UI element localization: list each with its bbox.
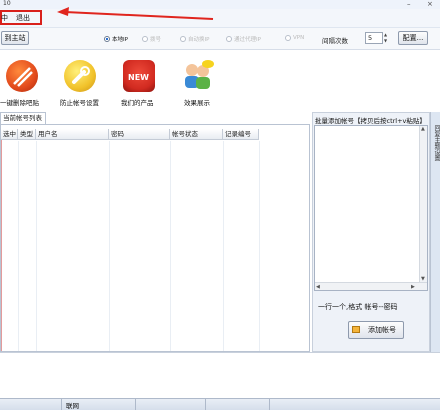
status-segment: [136, 398, 206, 410]
grid-vline: [18, 141, 19, 351]
minimize-button[interactable]: –: [407, 0, 411, 8]
grid-vline: [259, 141, 260, 351]
grid-vline: [223, 141, 224, 351]
radio-proxy-ip[interactable]: 通过代理IP: [226, 35, 261, 43]
scroll-up-icon[interactable]: ▲: [421, 126, 425, 132]
menu-item-exit[interactable]: 退出: [16, 13, 30, 23]
retry-label: 间隔次数: [322, 37, 348, 45]
menu-item-1[interactable]: 中: [1, 13, 8, 23]
batch-add-title: 批量添加帐号【拷贝后按ctrl+v粘贴】: [315, 117, 426, 125]
scroll-right-icon[interactable]: ▶: [411, 284, 415, 290]
col-select[interactable]: 选中: [1, 129, 18, 140]
list-header: 选中 类型 用户名 密码 帐号状态 记录编号: [1, 129, 259, 140]
col-status[interactable]: 帐号状态: [170, 129, 223, 140]
grid-vline: [109, 141, 110, 351]
radio-vpn[interactable]: VPN: [285, 35, 304, 41]
grid-vline: [170, 141, 171, 351]
batch-accounts-textarea[interactable]: ▲ ▼ ◀ ▶: [314, 125, 428, 291]
status-segment: [206, 398, 270, 410]
account-list-panel: 选中 类型 用户名 密码 帐号状态 记录编号: [0, 124, 310, 352]
people-icon[interactable]: [182, 58, 214, 90]
col-type[interactable]: 类型: [18, 129, 36, 140]
log-area: [0, 352, 440, 398]
svg-text:NEW: NEW: [128, 73, 149, 82]
col-username[interactable]: 用户名: [36, 129, 109, 140]
grid-border-left: [1, 129, 2, 351]
icon-label-products[interactable]: 我们的产品: [121, 97, 154, 107]
new-badge-icon[interactable]: NEW: [123, 60, 155, 92]
back-to-main-button[interactable]: 到主站: [1, 31, 29, 45]
red-arrow-icon: [57, 7, 214, 20]
close-button[interactable]: ×: [427, 0, 433, 8]
config-button[interactable]: 配置...: [398, 31, 428, 45]
col-password[interactable]: 密码: [109, 129, 170, 140]
horizontal-scrollbar[interactable]: ◀ ▶: [315, 282, 427, 290]
radio-auto-ip[interactable]: 自动换IP: [180, 35, 209, 43]
icon-label-account-settings[interactable]: 防止帐号设置: [60, 97, 99, 107]
tab-account-list[interactable]: 当前帐号列表: [0, 112, 46, 124]
spin-arrows-icon[interactable]: ▲ ▼: [384, 32, 390, 44]
grid-vline: [36, 141, 37, 351]
sword-icon[interactable]: [6, 60, 38, 92]
wrench-icon[interactable]: [64, 60, 96, 92]
radio-dialup[interactable]: 拨号: [142, 35, 161, 43]
window-title: 10: [3, 0, 11, 7]
tab-reply-settings[interactable]: 回复主题设置: [431, 125, 440, 161]
network-status: 联网: [66, 402, 79, 410]
vertical-scrollbar[interactable]: ▲ ▼: [419, 126, 427, 282]
col-record-id[interactable]: 记录编号: [223, 129, 259, 140]
radio-local-ip[interactable]: 本地IP: [104, 35, 128, 43]
format-hint: 一行一个,格式 帐号--密码: [318, 303, 398, 311]
retry-count-input[interactable]: 5: [365, 32, 383, 44]
add-account-icon: [352, 326, 360, 333]
status-segment: [0, 398, 62, 410]
scroll-left-icon[interactable]: ◀: [316, 284, 320, 290]
icon-label-delete-posts[interactable]: 一键删除吧贴: [0, 97, 39, 107]
icon-label-demo[interactable]: 效果展示: [184, 97, 210, 107]
